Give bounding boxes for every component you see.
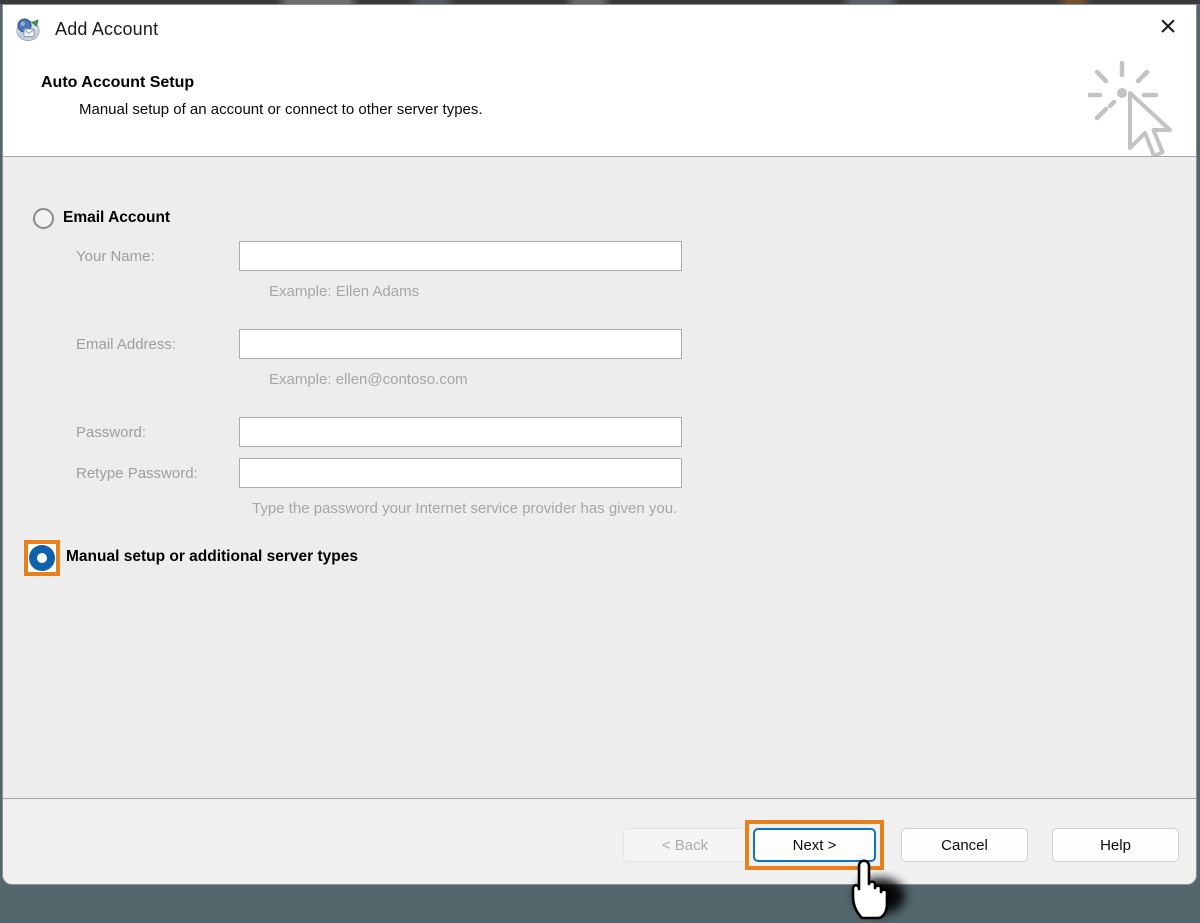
window-title: Add Account xyxy=(55,19,158,40)
help-button[interactable]: Help xyxy=(1052,828,1179,862)
manual-setup-radio[interactable] xyxy=(29,545,55,571)
your-name-label: Your Name: xyxy=(76,248,155,265)
page-title: Auto Account Setup xyxy=(41,74,194,92)
back-button[interactable]: < Back xyxy=(623,828,747,862)
your-name-input[interactable] xyxy=(239,241,682,271)
page-subtitle: Manual setup of an account or connect to… xyxy=(79,101,483,118)
add-account-dialog: Add Account × Auto Account Setup Manual … xyxy=(2,4,1197,885)
cancel-button[interactable]: Cancel xyxy=(901,828,1028,862)
button-bar: < Back Next > Cancel Help xyxy=(3,798,1196,884)
email-address-hint: Example: ellen@contoso.com xyxy=(269,371,468,388)
password-hint: Type the password your Internet service … xyxy=(252,500,677,517)
password-label: Password: xyxy=(76,424,146,441)
email-address-input[interactable] xyxy=(239,329,682,359)
form-body: Email Account Your Name: Example: Ellen … xyxy=(3,156,1196,798)
hand-pointer-cursor-icon xyxy=(842,852,898,922)
click-sparkle-cursor-icon xyxy=(1088,55,1188,160)
outlook-account-icon xyxy=(15,16,41,42)
email-address-label: Email Address: xyxy=(76,336,176,353)
password-input[interactable] xyxy=(239,417,682,447)
email-account-radio-label: Email Account xyxy=(63,209,170,227)
close-icon[interactable]: × xyxy=(1150,9,1186,45)
your-name-hint: Example: Ellen Adams xyxy=(269,283,419,300)
screen: { "window": { "title": "Add Account", "c… xyxy=(0,0,1200,923)
email-account-radio[interactable] xyxy=(33,208,54,229)
retype-password-label: Retype Password: xyxy=(76,465,198,482)
manual-setup-radio-label: Manual setup or additional server types xyxy=(66,548,358,566)
retype-password-input[interactable] xyxy=(239,458,682,488)
